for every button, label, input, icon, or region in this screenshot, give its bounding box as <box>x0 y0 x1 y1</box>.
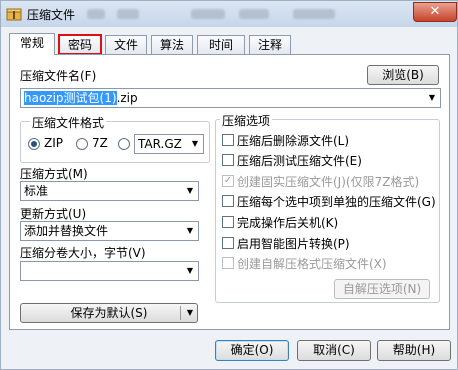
checkbox-delete-source[interactable] <box>222 134 234 146</box>
archive-filename-combo[interactable]: haozip测试包(1).zip ▼ <box>20 88 441 108</box>
tab-files[interactable]: 文件 <box>105 35 147 54</box>
format-extra-value: TAR.GZ <box>138 137 182 151</box>
title-bar[interactable]: 压缩文件 ✕ <box>1 1 457 27</box>
split-size-combo[interactable]: ▼ <box>20 261 199 281</box>
close-button[interactable]: ✕ <box>413 2 457 22</box>
window-title: 压缩文件 <box>27 8 76 22</box>
method-label: 压缩方式(M) <box>20 167 88 181</box>
update-label: 更新方式(U) <box>20 207 87 221</box>
radio-custom[interactable] <box>118 138 130 150</box>
archive-app-icon <box>6 8 22 21</box>
option-label: 完成操作后关机(K) <box>237 216 339 230</box>
option-label: 压缩后删除源文件(L) <box>237 134 350 148</box>
filename-extension-text: .zip <box>116 91 138 105</box>
ok-button[interactable]: 确定(O) <box>215 340 289 361</box>
option-label: 压缩每个选中项到单独的压缩文件(G) <box>237 195 436 209</box>
split-label: 压缩分卷大小，字节(V) <box>20 246 146 260</box>
radio-zip-label: ZIP <box>44 136 63 150</box>
dropdown-arrow-icon[interactable]: ▼ <box>187 304 193 322</box>
browse-button[interactable]: 浏览(B) <box>367 65 439 85</box>
tab-password[interactable]: 密码 <box>58 34 102 55</box>
cancel-button[interactable]: 取消(C) <box>297 340 371 361</box>
tab-general[interactable]: 常规 <box>9 33 55 55</box>
radio-7z-label: 7Z <box>92 136 108 150</box>
blurred-region <box>293 9 335 19</box>
tab-algorithm[interactable]: 算法 <box>151 35 193 54</box>
checkbox-sfx[interactable] <box>222 257 234 269</box>
blurred-region <box>191 9 225 19</box>
method-value: 标准 <box>24 184 49 198</box>
checkbox-smart-image[interactable] <box>222 237 234 249</box>
option-label: 压缩后测试压缩文件(E) <box>237 154 362 168</box>
blurred-region <box>87 9 105 19</box>
compress-dialog: 压缩文件 ✕ 常规 密码 文件 算法 时间 注释 压缩文件名(F) 浏览(B) … <box>0 0 458 370</box>
chevron-down-icon[interactable]: ▼ <box>189 137 201 151</box>
update-value: 添加并替换文件 <box>24 224 109 238</box>
blurred-region <box>117 9 139 19</box>
checkbox-shutdown[interactable] <box>222 216 234 228</box>
chevron-down-icon[interactable]: ▼ <box>184 184 196 198</box>
close-icon: ✕ <box>429 4 441 19</box>
checkbox-test-archive[interactable] <box>222 154 234 166</box>
archive-name-label: 压缩文件名(F) <box>20 69 97 83</box>
format-extra-combo[interactable]: TAR.GZ ▼ <box>134 134 204 154</box>
option-label: 启用智能图片转换(P) <box>237 237 350 251</box>
chevron-down-icon[interactable]: ▼ <box>184 264 196 278</box>
blurred-region <box>239 9 269 19</box>
chevron-down-icon[interactable]: ▼ <box>426 91 438 105</box>
options-group-title: 压缩选项 <box>220 112 273 129</box>
update-select[interactable]: 添加并替换文件 ▼ <box>20 221 199 241</box>
radio-zip[interactable] <box>28 138 40 150</box>
sfx-options-button[interactable]: 自解压选项(N) <box>334 279 430 299</box>
save-default-label: 保存为默认(S) <box>70 306 148 320</box>
general-tab-panel: 压缩文件名(F) 浏览(B) haozip测试包(1).zip ▼ 压缩文件格式… <box>9 54 450 330</box>
tab-time[interactable]: 时间 <box>197 35 245 54</box>
help-button[interactable]: 帮助(H) <box>377 340 451 361</box>
method-select[interactable]: 标准 ▼ <box>20 181 199 201</box>
chevron-down-icon[interactable]: ▼ <box>184 224 196 238</box>
tab-comment[interactable]: 注释 <box>249 35 291 54</box>
split-divider <box>180 306 181 320</box>
filename-selected-text: haozip测试包(1) <box>24 91 117 105</box>
radio-7z[interactable] <box>76 138 88 150</box>
option-label: 创建自解压格式压缩文件(X) <box>237 257 387 271</box>
checkbox-separate-archives[interactable] <box>222 195 234 207</box>
format-group-title: 压缩文件格式 <box>30 114 107 131</box>
option-label: 创建固实压缩文件(J)(仅限7Z格式) <box>237 175 420 189</box>
checkbox-solid-archive[interactable]: ✓ <box>222 175 234 187</box>
save-default-button[interactable]: 保存为默认(S) ▼ <box>20 303 198 323</box>
